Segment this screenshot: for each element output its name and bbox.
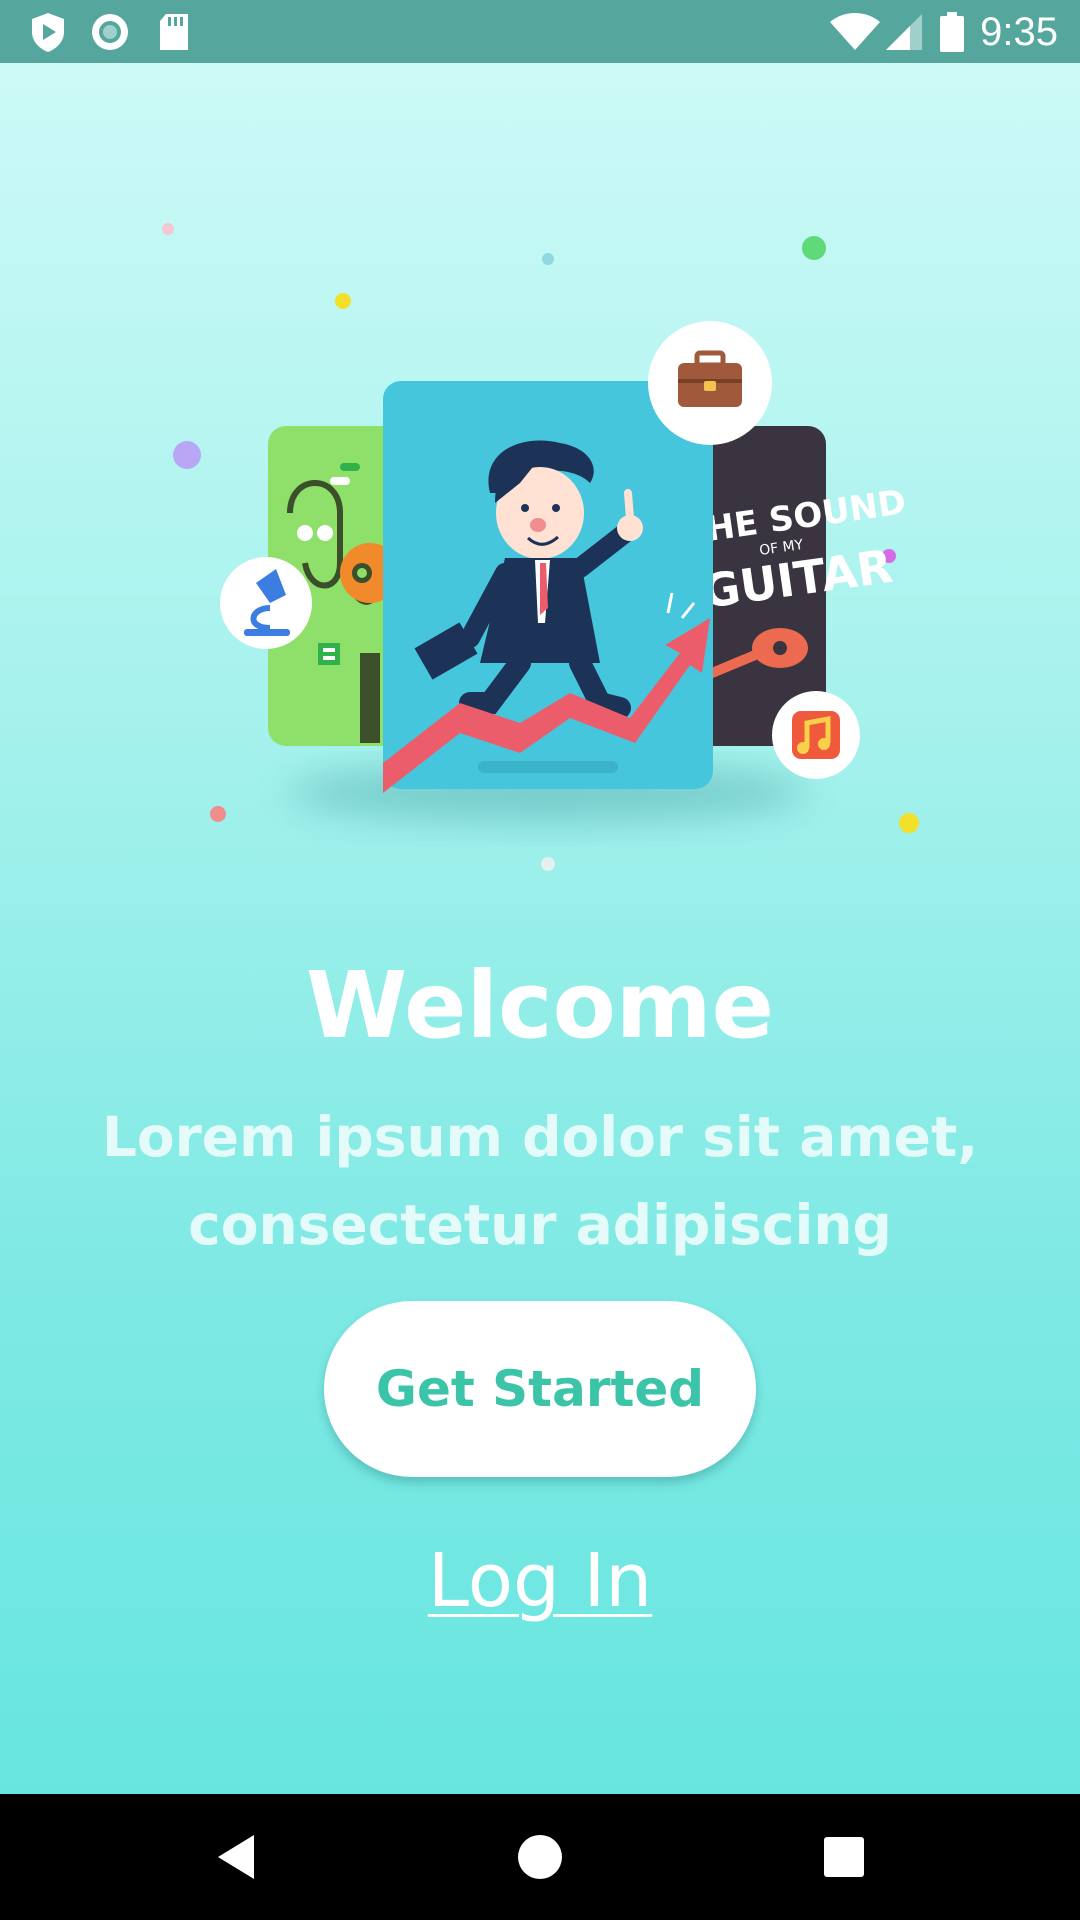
status-bar: 9:35 [0, 0, 1080, 63]
home-icon[interactable] [510, 1827, 570, 1887]
business-card [383, 381, 713, 793]
welcome-screen: HE SOUND OF MY GUITAR Welcome Lorem ipsu… [0, 63, 1080, 1794]
navigation-bar [0, 1794, 1080, 1920]
status-time: 9:35 [980, 10, 1058, 54]
get-started-button[interactable]: Get Started [324, 1301, 756, 1477]
briefcase-badge [648, 321, 772, 445]
battery-icon [940, 12, 964, 52]
wifi-icon [830, 13, 880, 50]
welcome-subtitle-line-1: Lorem ipsum dolor sit amet, [101, 1105, 979, 1169]
back-icon[interactable] [206, 1827, 266, 1887]
microscope-badge [220, 557, 312, 649]
welcome-title: Welcome [305, 952, 775, 1059]
welcome-subtitle-line-2: consectetur adipiscing [188, 1193, 892, 1257]
welcome-subtitle: Lorem ipsum dolor sit amet, consectetur … [60, 1093, 1020, 1269]
onboarding-illustration: HE SOUND OF MY GUITAR [162, 223, 919, 871]
cell-signal-icon [886, 14, 922, 50]
sd-card-icon [160, 14, 188, 50]
circle-record-icon [92, 14, 128, 50]
music-badge [772, 691, 860, 779]
play-shield-icon [32, 13, 64, 52]
recents-icon[interactable] [814, 1827, 874, 1887]
app-screen: 9:35 HE SOUND OF MY GUITAR Welcome Lorem… [0, 0, 1080, 1920]
login-link[interactable]: Log In [0, 1531, 1080, 1631]
